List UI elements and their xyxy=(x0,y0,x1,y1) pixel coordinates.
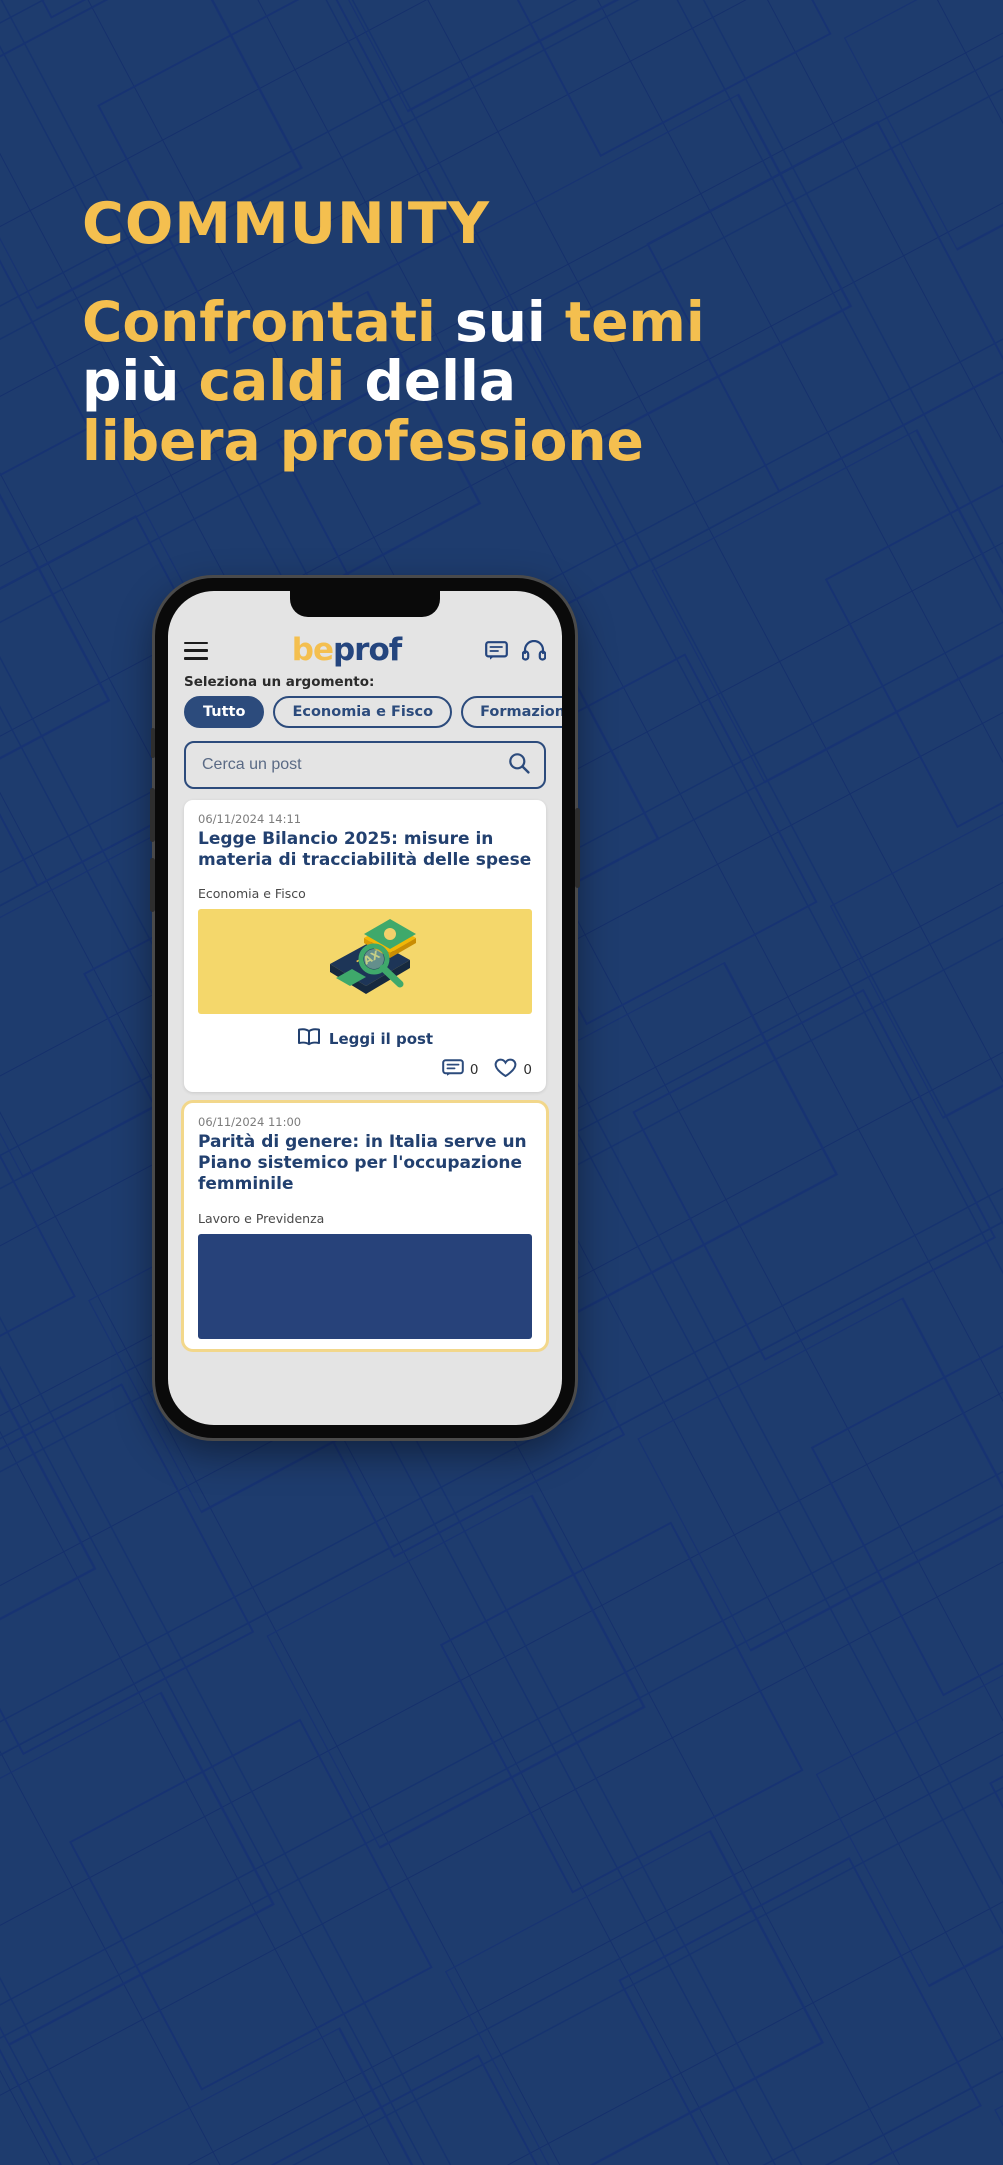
post-image: TAX xyxy=(198,909,532,1015)
search-box[interactable] xyxy=(184,741,546,789)
beprof-logo[interactable]: beprof xyxy=(208,635,485,666)
comment-count: 0 xyxy=(469,1062,479,1079)
post-card[interactable]: 06/11/2024 11:00 Parità di genere: in It… xyxy=(184,1103,546,1349)
phone-volume-up-button[interactable] xyxy=(150,788,155,842)
hero-title-line-3: libera professione xyxy=(82,408,644,473)
hero-eyebrow: COMMUNITY xyxy=(82,191,491,257)
post-category: Economia e Fisco xyxy=(198,886,306,902)
post-feed: 06/11/2024 14:11 Legge Bilancio 2025: mi… xyxy=(168,800,562,1349)
topic-chip-economia-e-fisco[interactable]: Economia e Fisco xyxy=(273,696,453,728)
chat-icon[interactable] xyxy=(485,640,508,661)
read-post-button[interactable]: Leggi il post xyxy=(198,1014,532,1056)
hero-title: Confrontati sui temi più caldi della lib… xyxy=(82,290,722,473)
like-count: 0 xyxy=(523,1062,532,1079)
hamburger-icon[interactable] xyxy=(184,641,208,660)
hero-text-block: COMMUNITY Confrontati sui temi più caldi… xyxy=(82,196,722,471)
headset-support-icon[interactable] xyxy=(522,640,546,661)
post-category: Lavoro e Previdenza xyxy=(198,1210,325,1226)
post-image xyxy=(198,1233,532,1339)
header-icons xyxy=(485,640,546,661)
phone-volume-down-button[interactable] xyxy=(150,858,155,912)
post-date: 06/11/2024 14:11 xyxy=(198,812,302,826)
post-date: 06/11/2024 11:00 xyxy=(198,1115,302,1130)
phone-screen: beprof Seleziona un argomento: Tutto Eco… xyxy=(168,591,562,1425)
post-title[interactable]: Legge Bilancio 2025: misure in materia d… xyxy=(198,829,532,870)
topic-selector-label: Seleziona un argomento: xyxy=(184,674,375,690)
topic-chip-formazione[interactable]: Formazione xyxy=(461,696,562,728)
money-tax-illustration: TAX xyxy=(330,918,416,994)
app-header: beprof xyxy=(168,631,562,672)
heart-icon xyxy=(494,1058,517,1082)
search-icon[interactable] xyxy=(508,752,530,778)
topic-chip-tutto[interactable]: Tutto xyxy=(184,696,265,728)
phone-mute-button[interactable] xyxy=(151,728,155,758)
hero-title-line-2: più caldi della xyxy=(82,349,516,414)
search-input[interactable] xyxy=(200,755,508,775)
read-post-label: Leggi il post xyxy=(328,1029,434,1048)
phone-notch xyxy=(290,591,440,617)
logo-prof-text: prof xyxy=(332,632,402,668)
phone-mockup: beprof Seleziona un argomento: Tutto Eco… xyxy=(150,578,580,1438)
phone-power-button[interactable] xyxy=(575,808,580,888)
book-open-icon xyxy=(297,1027,321,1050)
logo-be-text: be xyxy=(291,632,334,668)
comment-stat[interactable]: 0 xyxy=(442,1059,479,1081)
search-section xyxy=(168,728,562,800)
comment-icon xyxy=(442,1059,464,1081)
like-stat[interactable]: 0 xyxy=(494,1058,532,1082)
hero-title-line-1: Confrontati sui temi xyxy=(82,290,705,354)
post-stats: 0 0 xyxy=(198,1056,532,1082)
post-title[interactable]: Parità di genere: in Italia serve un Pia… xyxy=(198,1132,532,1194)
post-card[interactable]: 06/11/2024 14:11 Legge Bilancio 2025: mi… xyxy=(184,800,546,1093)
topic-chip-list[interactable]: Tutto Economia e Fisco Formazione L xyxy=(168,696,562,728)
app-viewport: beprof Seleziona un argomento: Tutto Eco… xyxy=(168,591,562,1425)
